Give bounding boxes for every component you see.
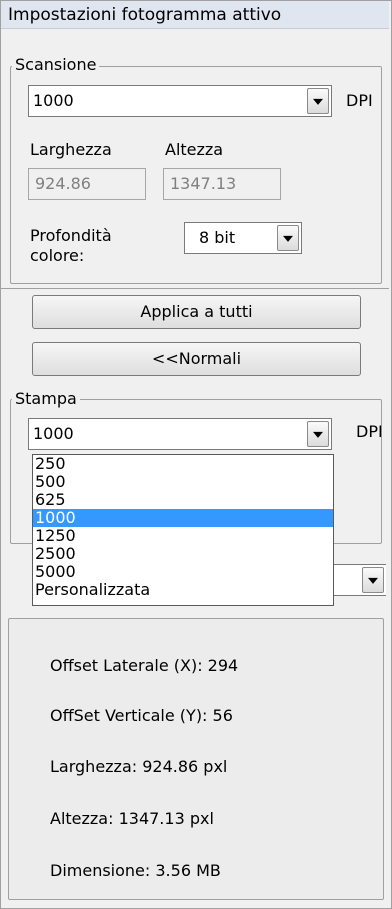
- chevron-down-icon: [283, 235, 293, 242]
- width-field[interactable]: 924.86: [28, 168, 146, 200]
- color-depth-value: 8 bit: [199, 228, 236, 247]
- print-dpi-option[interactable]: 500: [33, 473, 333, 491]
- scan-dpi-unit: DPI: [346, 91, 373, 110]
- scan-dpi-select[interactable]: 1000: [28, 85, 332, 117]
- print-dpi-option[interactable]: 2500: [33, 545, 333, 563]
- color-depth-select[interactable]: 8 bit: [184, 222, 302, 254]
- scan-dpi-dropdown-button[interactable]: [307, 88, 329, 114]
- chevron-down-icon: [368, 577, 378, 584]
- print-dpi-dropdown-button[interactable]: [307, 421, 329, 447]
- print-dpi-option[interactable]: 1250: [33, 527, 333, 545]
- offset-y-text: OffSet Verticale (Y): 56: [50, 706, 233, 725]
- print-dpi-select[interactable]: 1000: [28, 418, 332, 450]
- scan-group-label: Scansione: [12, 56, 100, 74]
- scan-dpi-value: 1000: [33, 91, 74, 110]
- print-group-label: Stampa: [12, 390, 80, 408]
- print-dpi-option[interactable]: 5000: [33, 563, 333, 581]
- print-dpi-option[interactable]: 1000: [33, 509, 333, 527]
- panel-title: Impostazioni fotogramma attivo: [1, 1, 389, 29]
- print-dpi-option[interactable]: 250: [33, 455, 333, 473]
- chevron-down-icon: [313, 98, 323, 105]
- print-dpi-option[interactable]: 625: [33, 491, 333, 509]
- offset-x-text: Offset Laterale (X): 294: [50, 656, 239, 675]
- print-dpi-option[interactable]: Personalizzata: [33, 581, 333, 599]
- color-depth-label-line2: colore:: [30, 246, 85, 265]
- height-label: Altezza: [165, 140, 224, 159]
- chevron-down-icon: [313, 431, 323, 438]
- pixel-height-text: Altezza: 1347.13 pxl: [50, 809, 214, 828]
- print-dpi-unit: DPI: [356, 422, 383, 441]
- file-size-text: Dimensione: 3.56 MB: [50, 861, 221, 880]
- hidden-select-dropdown-button[interactable]: [362, 567, 384, 593]
- print-dpi-value: 1000: [33, 424, 74, 443]
- normal-view-button[interactable]: <<Normali: [32, 342, 361, 376]
- pixel-width-text: Larghezza: 924.86 pxl: [50, 757, 228, 776]
- print-dpi-dropdown-list[interactable]: 250 500 625 1000 1250 2500 5000 Personalizzata: [32, 454, 334, 606]
- color-depth-dropdown-button[interactable]: [277, 225, 299, 251]
- width-label: Larghezza: [30, 140, 112, 159]
- color-depth-label-line1: Profondità: [30, 226, 112, 245]
- height-field[interactable]: 1347.13: [163, 168, 281, 200]
- apply-all-button[interactable]: Applica a tutti: [32, 295, 361, 329]
